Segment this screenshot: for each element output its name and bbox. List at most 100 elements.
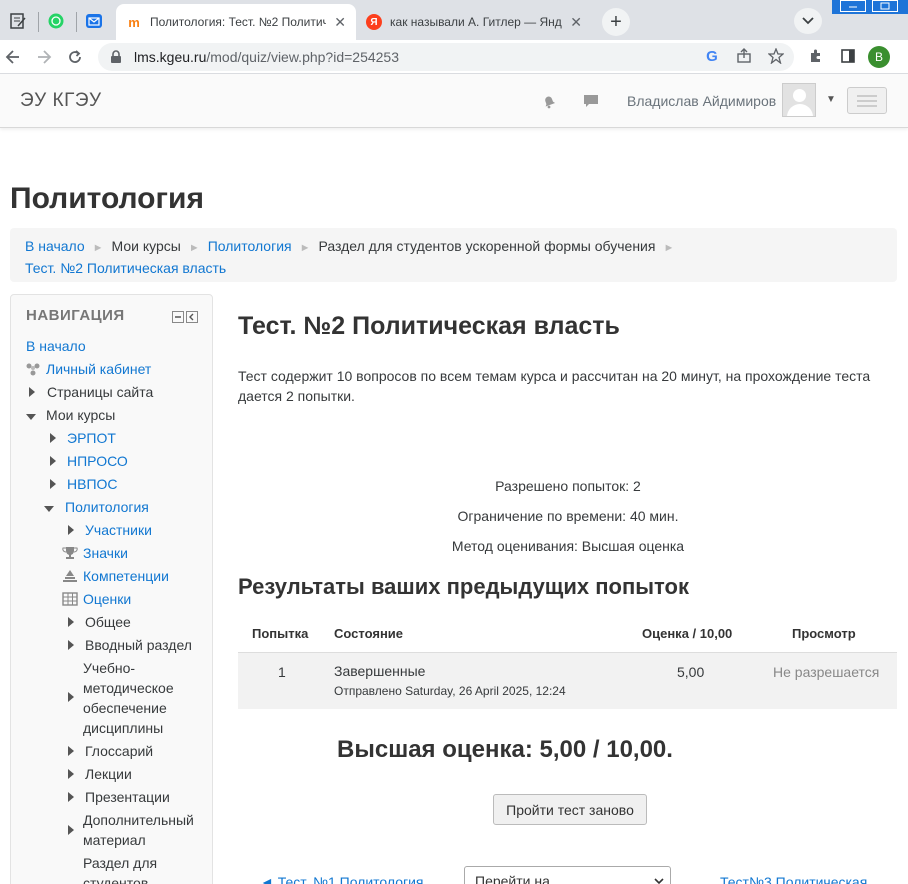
nav-item-course-nproso[interactable]: НПРОСО bbox=[48, 451, 128, 471]
share-button[interactable] bbox=[734, 46, 754, 66]
breadcrumb-separator-icon: ► bbox=[188, 242, 200, 254]
nav-item-label: методическое bbox=[83, 680, 174, 696]
nav-item-competencies[interactable]: Компетенции bbox=[62, 566, 169, 586]
nav-item-intro-section[interactable]: Вводный раздел bbox=[66, 635, 192, 655]
expand-icon bbox=[68, 769, 74, 779]
dock-icon bbox=[189, 313, 194, 321]
address-bar[interactable]: lms.kgeu.ru/mod/quiz/view.php?id=254253 bbox=[98, 43, 794, 71]
tab-politology[interactable]: m Политология: Тест. №2 Политич ✕ bbox=[116, 4, 356, 40]
close-tab-icon[interactable]: ✕ bbox=[334, 14, 346, 31]
nav-item-participants[interactable]: Участники bbox=[66, 520, 152, 540]
user-name[interactable]: Владислав Айдимиров bbox=[627, 93, 776, 109]
breadcrumb-section: Раздел для студентов ускоренной формы об… bbox=[318, 238, 656, 254]
minimize-button[interactable] bbox=[840, 0, 866, 12]
nav-item-label: материал bbox=[83, 832, 146, 848]
nav-item-label[interactable]: НВПОС bbox=[67, 476, 118, 492]
menu-toggle-button[interactable] bbox=[847, 87, 887, 114]
bell-icon bbox=[545, 96, 556, 109]
nav-item-label: Дополнительный bbox=[83, 812, 194, 828]
nav-item-general[interactable]: Общее bbox=[66, 612, 131, 632]
retry-quiz-button[interactable]: Пройти тест заново bbox=[493, 794, 647, 825]
next-activity-link[interactable]: Тест№3 Политическая bbox=[720, 874, 867, 884]
nav-item-label[interactable]: Участники bbox=[85, 522, 152, 538]
notifications-button[interactable] bbox=[540, 92, 558, 110]
close-tab-icon[interactable]: ✕ bbox=[570, 14, 582, 31]
nav-item-label[interactable]: ЭРПОТ bbox=[67, 430, 116, 446]
nav-item-my-courses[interactable]: Мои курсы bbox=[26, 405, 115, 425]
expand-icon bbox=[68, 792, 74, 802]
nav-item-label: Раздел для bbox=[83, 855, 158, 871]
pinned-tab-mail[interactable] bbox=[76, 6, 112, 36]
breadcrumb-home[interactable]: В начало bbox=[25, 238, 85, 254]
extensions-button[interactable] bbox=[806, 46, 826, 66]
profile-avatar-button[interactable]: B bbox=[868, 46, 890, 68]
chevron-down-icon bbox=[802, 17, 814, 25]
maximize-button[interactable] bbox=[872, 0, 898, 12]
nav-item-site-pages[interactable]: Страницы сайта bbox=[26, 382, 153, 402]
back-button[interactable] bbox=[2, 46, 24, 68]
nav-item-label[interactable]: Политология bbox=[65, 499, 149, 515]
nav-item-dashboard[interactable]: Личный кабинет bbox=[26, 359, 151, 379]
reload-button[interactable] bbox=[64, 46, 86, 68]
quiz-intro: Тест содержит 10 вопросов по всем темам … bbox=[238, 368, 871, 404]
nav-item-glossary[interactable]: Глоссарий bbox=[66, 741, 153, 761]
url-text: lms.kgeu.ru/mod/quiz/view.php?id=254253 bbox=[134, 49, 399, 65]
yandex-icon: Я bbox=[366, 14, 382, 30]
tab-yandex[interactable]: Я как называли А. Гитлер — Яндекс ✕ bbox=[356, 4, 592, 40]
nav-item-label[interactable]: Компетенции bbox=[83, 568, 169, 584]
dock-block-button[interactable] bbox=[186, 311, 198, 323]
expand-icon bbox=[68, 692, 74, 702]
nav-item-badges[interactable]: Значки bbox=[62, 543, 128, 563]
nav-item-label[interactable]: Значки bbox=[83, 545, 128, 561]
nav-item-label: Учебно- bbox=[83, 660, 136, 676]
nav-item-course-nvpos[interactable]: НВПОС bbox=[48, 474, 118, 494]
nav-item-label[interactable]: Оценки bbox=[83, 591, 131, 607]
column-header-review: Просмотр bbox=[792, 626, 856, 641]
user-avatar[interactable] bbox=[782, 83, 816, 117]
breadcrumb: В начало ► Мои курсы ► Политология ► Раздел дл… bbox=[10, 228, 897, 282]
nav-item-label[interactable]: НПРОСО bbox=[67, 453, 128, 469]
pinned-tab-notes[interactable] bbox=[0, 6, 36, 36]
expand-icon bbox=[50, 479, 56, 489]
nav-item-presentations[interactable]: Презентации bbox=[66, 787, 170, 807]
moodle-icon: m bbox=[128, 14, 140, 30]
expand-icon bbox=[50, 456, 56, 466]
forward-button[interactable] bbox=[33, 46, 55, 68]
caret-down-icon[interactable]: ▼ bbox=[826, 94, 836, 105]
breadcrumb-separator-icon: ► bbox=[92, 242, 104, 254]
nav-item-label[interactable]: Личный кабинет bbox=[46, 361, 151, 377]
results-title: Результаты ваших предыдущих попыток bbox=[238, 574, 689, 599]
expand-icon bbox=[50, 433, 56, 443]
nav-item-label: обеспечение bbox=[83, 700, 167, 716]
grading-method: Метод оценивания: Высшая оценка bbox=[451, 538, 685, 554]
bookmark-button[interactable] bbox=[766, 46, 786, 66]
nav-item-lectures[interactable]: Лекции bbox=[66, 764, 132, 784]
expand-icon bbox=[68, 746, 74, 756]
nav-item-label: Лекции bbox=[85, 766, 132, 782]
breadcrumb-course[interactable]: Политология bbox=[208, 238, 292, 254]
nav-item-label: дисциплины bbox=[83, 720, 164, 736]
nav-item-label[interactable]: В начало bbox=[26, 338, 86, 354]
tab-search-button[interactable] bbox=[794, 8, 822, 34]
nav-item-label: Вводный раздел bbox=[85, 637, 192, 653]
breadcrumb-current[interactable]: Тест. №2 Политическая власть bbox=[25, 260, 226, 276]
attempt-number: 1 bbox=[278, 664, 286, 680]
browser-tab-bar: m Политология: Тест. №2 Политич ✕ Я как … bbox=[0, 0, 908, 40]
nav-item-label: студентов bbox=[83, 875, 149, 884]
nav-item-home[interactable]: В начало bbox=[26, 336, 86, 356]
collapse-block-button[interactable] bbox=[172, 311, 184, 323]
nav-item-grades[interactable]: Оценки bbox=[62, 589, 131, 609]
site-brand[interactable]: ЭУ КГЭУ bbox=[20, 90, 102, 112]
new-tab-button[interactable]: + bbox=[602, 8, 630, 36]
messages-button[interactable] bbox=[582, 92, 600, 110]
pinned-tab-whatsapp[interactable] bbox=[38, 6, 74, 36]
nav-item-course-erpot[interactable]: ЭРПОТ bbox=[48, 428, 116, 448]
breadcrumb-my-courses: Мои курсы bbox=[111, 238, 181, 254]
previous-activity-link[interactable]: ◄ Тест. №1 Политология bbox=[260, 874, 424, 884]
side-panel-button[interactable] bbox=[838, 46, 858, 66]
nav-item-course-politology[interactable]: Политология bbox=[44, 497, 149, 517]
collapse-icon bbox=[44, 506, 54, 512]
trophy-icon bbox=[62, 547, 78, 559]
google-icon[interactable]: G bbox=[702, 46, 722, 66]
jump-to-select[interactable]: Перейти на... bbox=[464, 866, 671, 884]
